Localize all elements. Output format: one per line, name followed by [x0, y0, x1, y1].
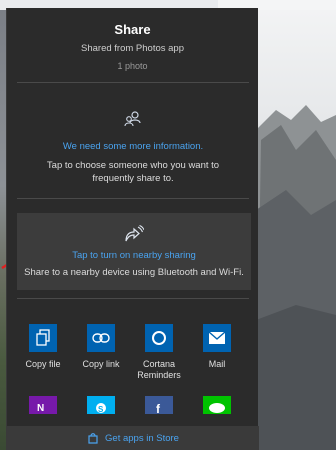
svg-text:N: N: [37, 403, 44, 414]
people-description: Tap to choose someone who you want to fr…: [46, 160, 220, 184]
nearby-description: Share to a nearby device using Bluetooth…: [24, 267, 244, 278]
app-copy-file[interactable]: Copy file: [15, 324, 71, 370]
line-icon[interactable]: [203, 396, 231, 414]
cortana-icon: [145, 324, 173, 352]
nearby-sharing-button[interactable]: Tap to turn on nearby sharing Share to a…: [17, 213, 251, 290]
copy-file-icon: [29, 324, 57, 352]
svg-text:f: f: [156, 402, 161, 414]
app-label-copy-file: Copy file: [25, 359, 61, 369]
share-header: Share Shared from Photos app 1 photo: [7, 8, 258, 71]
people-search-icon: [124, 111, 141, 127]
share-panel: Share Shared from Photos app 1 photo We …: [6, 8, 259, 450]
app-mail[interactable]: Mail: [189, 324, 245, 370]
divider-middle: [17, 198, 249, 199]
app-label-copy-link: Copy link: [82, 359, 120, 369]
divider-top: [17, 82, 249, 83]
mountain-image: [256, 105, 336, 450]
facebook-icon[interactable]: f: [145, 396, 173, 416]
svg-text:S: S: [98, 405, 104, 414]
store-icon: [88, 433, 98, 444]
share-title: Share: [114, 22, 151, 37]
nearby-share-icon: [125, 225, 144, 242]
app-label-mail: Mail: [208, 359, 226, 369]
app-cortana-reminders[interactable]: Cortana Reminders: [131, 324, 187, 381]
people-section[interactable]: We need some more information. Tap to ch…: [7, 110, 259, 185]
app-label-cortana-reminders: Cortana Reminders: [137, 359, 181, 380]
divider-apps: [17, 298, 249, 299]
get-apps-in-store-button[interactable]: Get apps in Store: [7, 426, 259, 450]
nearby-heading: Tap to turn on nearby sharing: [72, 250, 196, 261]
store-label: Get apps in Store: [105, 432, 179, 444]
app-copy-link[interactable]: Copy link: [73, 324, 129, 370]
copy-link-icon: [87, 324, 115, 352]
share-subtitle: Shared from Photos app: [81, 43, 184, 54]
share-photo-count: 1 photo: [117, 61, 148, 71]
onenote-icon[interactable]: N: [29, 396, 57, 414]
mail-icon: [203, 324, 231, 352]
skype-icon[interactable]: S: [87, 396, 115, 414]
people-heading[interactable]: We need some more information.: [7, 141, 259, 152]
